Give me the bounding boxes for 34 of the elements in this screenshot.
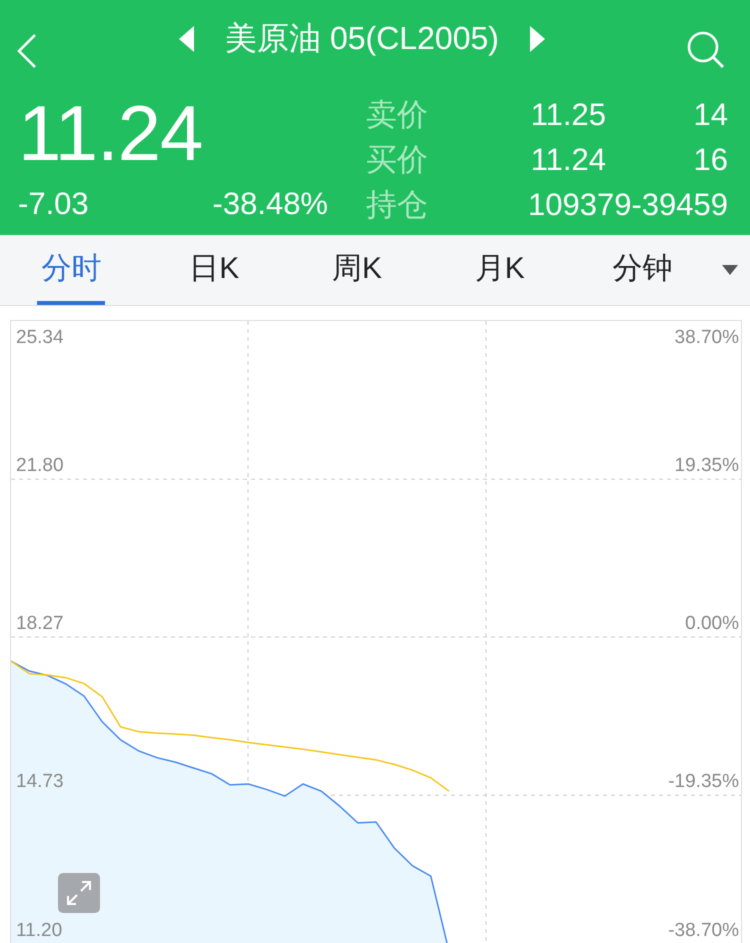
axis-label: 38.70% (674, 327, 739, 349)
axis-label: 19.35% (674, 455, 739, 478)
quote-volume: 16 (692, 142, 728, 178)
fullscreen-button[interactable] (58, 873, 100, 913)
quote-price: 11.25 (530, 96, 606, 132)
period-tab[interactable]: 周K (328, 235, 386, 305)
contract-title: 美原油 05(CL2005) (225, 19, 499, 58)
quote-label: 持仓 (366, 186, 429, 224)
search-icon[interactable] (686, 30, 726, 70)
last-price: 11.24 (18, 90, 204, 176)
quote-label: 买价 (366, 140, 429, 178)
axis-label: 18.27 (16, 613, 64, 635)
period-tab[interactable]: 分钟 (608, 235, 677, 305)
quote-volume: 14 (692, 96, 728, 132)
quote-label: 卖价 (366, 96, 429, 134)
axis-label: 25.34 (16, 327, 64, 349)
dropdown-icon[interactable] (722, 265, 738, 275)
axis-label: -19.35% (668, 771, 739, 794)
axis-label: 0.00% (685, 613, 739, 635)
percent-change: -38.48% (212, 186, 328, 222)
quote-price: 11.24 (530, 142, 606, 178)
axis-label: 21.80 (16, 455, 64, 478)
back-icon[interactable] (16, 33, 38, 69)
period-tab[interactable]: 分时 (37, 235, 106, 305)
axis-label: 14.73 (16, 771, 64, 794)
previous-icon[interactable] (179, 26, 196, 52)
next-icon[interactable] (528, 26, 545, 52)
period-tab[interactable]: 日K (185, 235, 244, 305)
price-change: -7.03 (18, 186, 89, 222)
axis-label: 11.20 (16, 920, 62, 942)
expand-icon (65, 879, 93, 907)
period-tab[interactable]: 月K (470, 235, 529, 305)
open-interest-value: 109379-39459 (527, 186, 728, 222)
axis-label: -38.70% (668, 920, 739, 942)
